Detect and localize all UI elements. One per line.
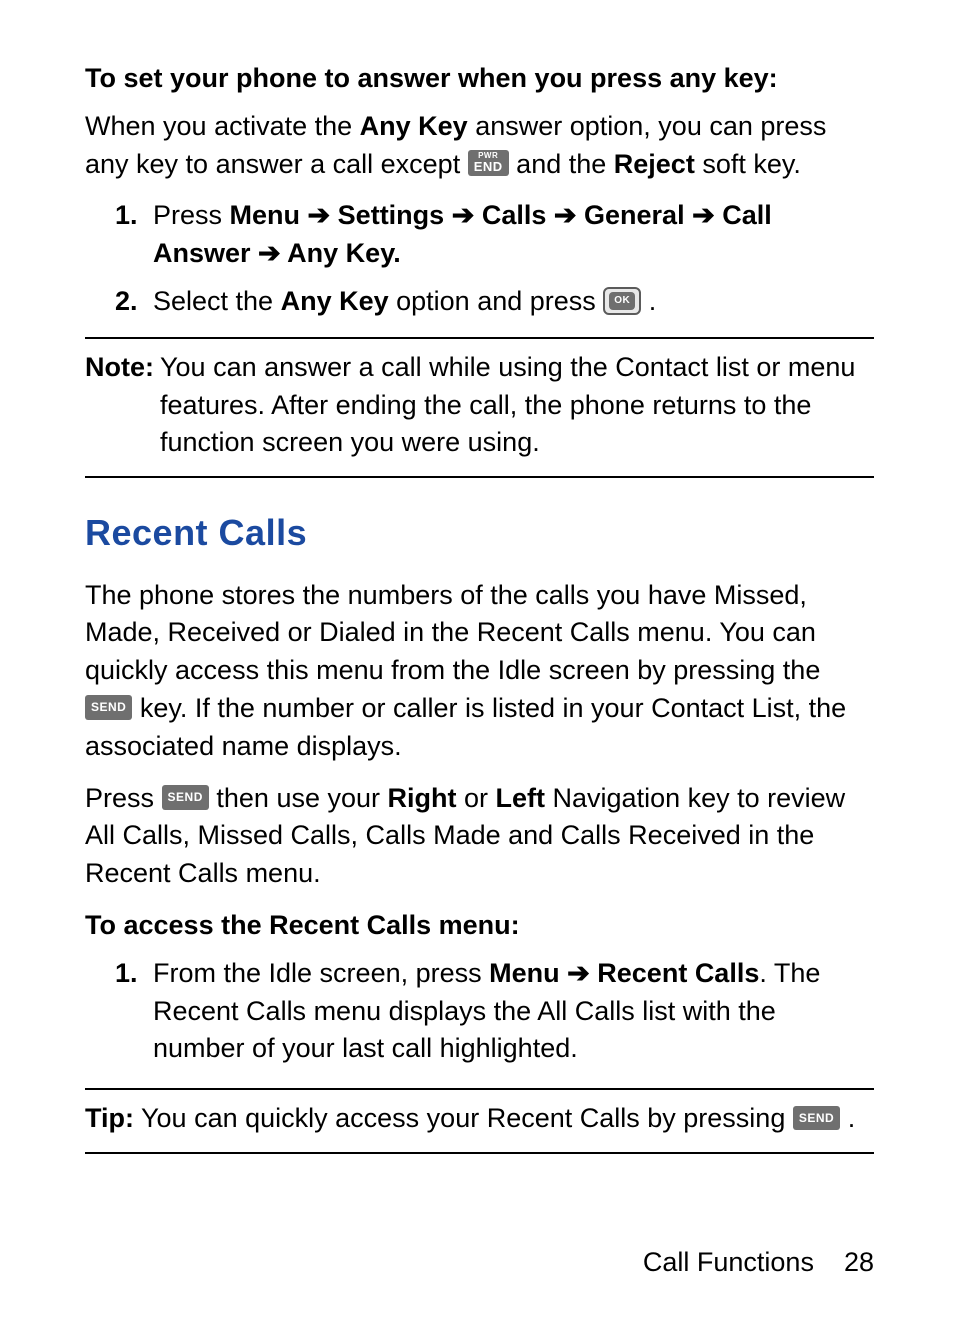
paragraph-recent-calls-intro: The phone stores the numbers of the call… [85, 577, 874, 766]
text: Press [153, 200, 230, 230]
text-bold: Right [388, 783, 457, 813]
arrow-icon: ➔ [546, 200, 584, 230]
note-body: You can answer a call while using the Co… [160, 349, 874, 462]
note-block: Note: You can answer a call while using … [85, 337, 874, 478]
arrow-icon: ➔ [300, 200, 338, 230]
footer-section-name: Call Functions [643, 1244, 814, 1282]
text: . [848, 1103, 856, 1133]
send-key-icon: SEND [85, 695, 132, 720]
step-body: Press Menu ➔ Settings ➔ Calls ➔ General … [153, 197, 874, 273]
text: soft key. [695, 149, 801, 179]
page-footer: Call Functions 28 [85, 1244, 874, 1282]
text-bold-reject: Reject [614, 149, 695, 179]
text: The phone stores the numbers of the call… [85, 580, 820, 686]
step-body: Select the Any Key option and press OK . [153, 283, 874, 321]
subheading-set-any-key: To set your phone to answer when you pre… [85, 60, 874, 98]
send-key-icon: SEND [162, 785, 209, 810]
text: and the [516, 149, 614, 179]
section-title-recent-calls: Recent Calls [85, 508, 874, 558]
tip-label: Tip: [85, 1103, 134, 1133]
text-bold: Menu [489, 958, 560, 988]
key-label-ok: OK [609, 292, 635, 310]
text: Select the [153, 286, 281, 316]
text: Press [85, 783, 162, 813]
steps-access-recent-calls: 1. From the Idle screen, press Menu ➔ Re… [85, 955, 874, 1068]
note-label: Note: [85, 349, 154, 387]
list-item: 1. From the Idle screen, press Menu ➔ Re… [85, 955, 874, 1068]
steps-set-any-key: 1. Press Menu ➔ Settings ➔ Calls ➔ Gener… [85, 197, 874, 320]
text-bold: Menu [230, 200, 301, 230]
paragraph-any-key-intro: When you activate the Any Key answer opt… [85, 108, 874, 184]
list-item: 2. Select the Any Key option and press O… [85, 283, 874, 321]
step-body: From the Idle screen, press Menu ➔ Recen… [153, 955, 874, 1068]
step-number: 1. [105, 955, 153, 993]
arrow-icon: ➔ [560, 958, 598, 988]
text-bold: Calls [482, 200, 547, 230]
key-label-end: END [474, 160, 503, 173]
arrow-icon: ➔ [251, 238, 288, 268]
text: key. If the number or caller is listed i… [85, 693, 846, 761]
step-number: 2. [105, 283, 153, 321]
text-bold: Recent Calls [597, 958, 759, 988]
text-bold: Any Key. [287, 238, 401, 268]
text-bold: General [584, 200, 685, 230]
footer-page-number: 28 [844, 1244, 874, 1282]
text: . [649, 286, 657, 316]
arrow-icon: ➔ [685, 200, 723, 230]
subheading-access-recent-calls: To access the Recent Calls menu: [85, 907, 874, 945]
text: then use your [216, 783, 387, 813]
text-bold: Left [496, 783, 546, 813]
tip-body: You can quickly access your Recent Calls… [134, 1103, 793, 1133]
send-key-icon: SEND [793, 1106, 840, 1131]
tip-block: Tip: You can quickly access your Recent … [85, 1088, 874, 1154]
text: option and press [389, 286, 604, 316]
text: When you activate the [85, 111, 360, 141]
list-item: 1. Press Menu ➔ Settings ➔ Calls ➔ Gener… [85, 197, 874, 273]
text: or [457, 783, 496, 813]
arrow-icon: ➔ [444, 200, 482, 230]
text: From the Idle screen, press [153, 958, 489, 988]
pwr-end-key-icon: PWREND [468, 150, 509, 176]
text-bold: Settings [338, 200, 445, 230]
step-number: 1. [105, 197, 153, 235]
paragraph-recent-calls-nav: Press SEND then use your Right or Left N… [85, 780, 874, 893]
text-bold-any-key: Any Key [360, 111, 468, 141]
text-bold: Any Key [281, 286, 389, 316]
ok-key-icon: OK [603, 287, 641, 315]
